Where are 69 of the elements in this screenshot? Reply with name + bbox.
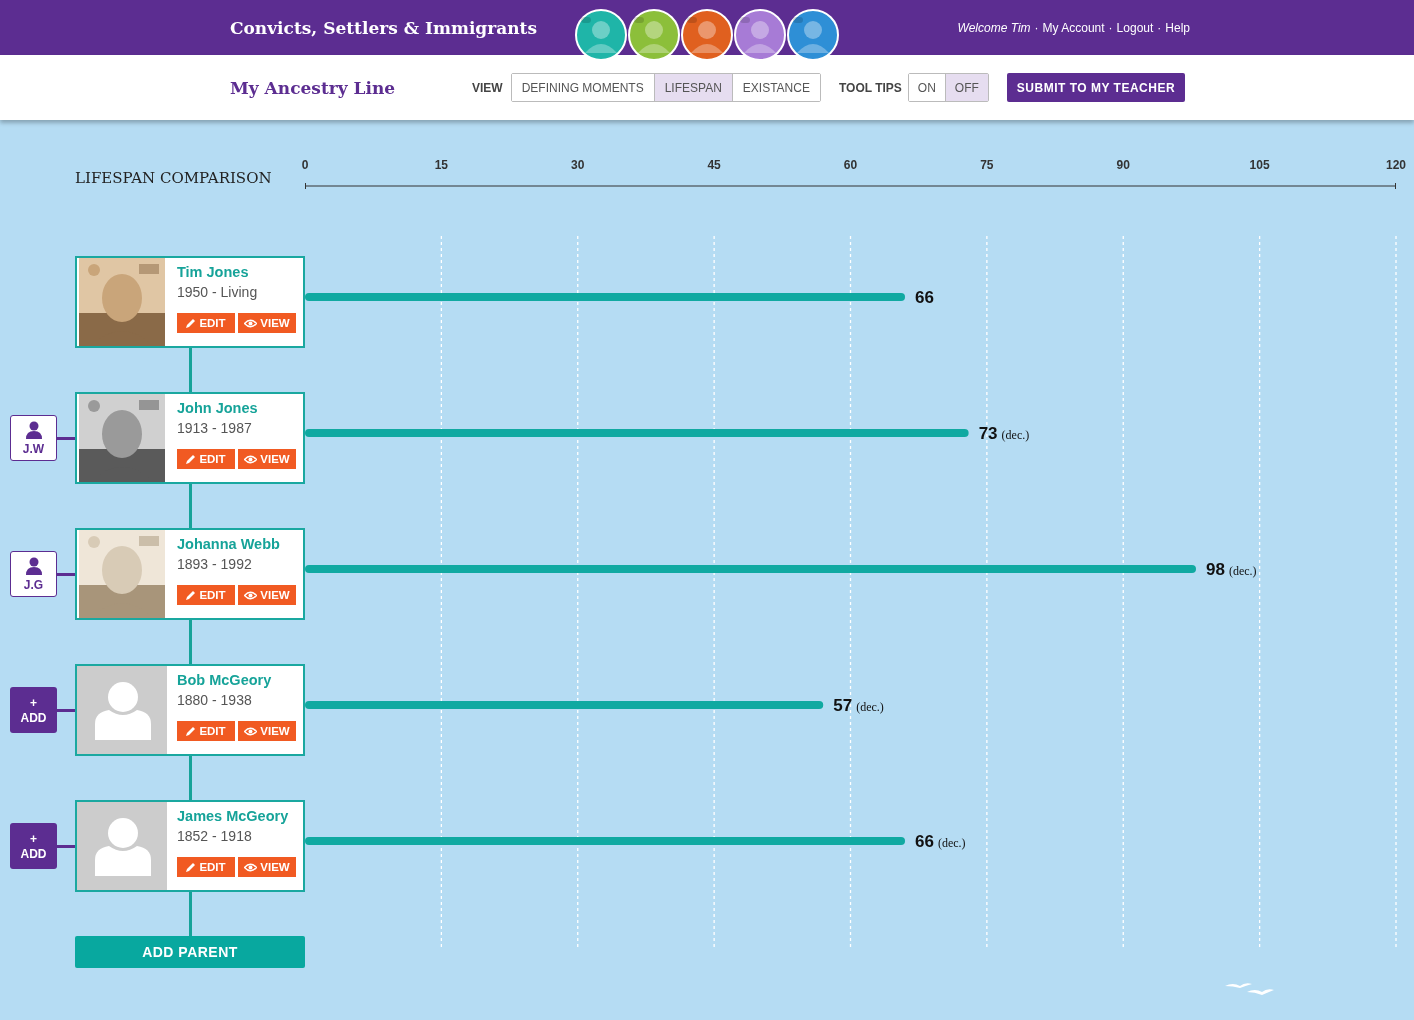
person-dates: 1893 - 1992 [177,556,253,572]
person-placeholder-icon [95,680,151,740]
add-button[interactable]: + ADD [10,687,57,733]
edit-button[interactable]: EDIT [177,585,235,605]
edit-button[interactable]: EDIT [177,857,235,877]
age-label: 73 (dec.) [978,424,1030,443]
header-link[interactable]: My Account [1042,20,1105,35]
view-label: VIEW [472,80,503,95]
view-button[interactable]: VIEW [238,313,296,333]
tick-label: 60 [843,158,858,172]
eye-icon [244,862,258,872]
submit-button[interactable]: SUBMIT TO MY TEACHER [1006,73,1186,102]
view-button[interactable]: VIEW [238,857,296,877]
tick-label: 15 [434,158,449,172]
age-label: 98 (dec.) [1206,560,1257,579]
eye-icon [244,454,258,464]
view-tab[interactable]: EXISTANCE [731,74,820,101]
tick-label: 120 [1386,158,1406,172]
view-button[interactable]: VIEW [238,721,296,741]
separator: · [1157,20,1162,35]
view-button[interactable]: VIEW [238,585,296,605]
header-link[interactable]: Help [1165,20,1190,35]
site-title: Convicts, Settlers & Immigrants [230,17,538,38]
add-parent-button[interactable]: ADD PARENT [75,936,305,968]
person-placeholder-icon [95,816,151,876]
tick-label: 45 [707,158,721,172]
edit-button[interactable]: EDIT [177,721,235,741]
edit-button[interactable]: EDIT [177,313,235,333]
person-name: Bob McGeory [177,672,273,688]
pencil-icon [186,590,197,600]
pencil-icon [186,318,197,328]
header-link[interactable]: Logout [1116,20,1154,35]
person-name: James McGeory [177,808,290,824]
person-dates: 1852 - 1918 [177,828,253,844]
birds-drawing [1225,983,1274,995]
tooltips-label: TOOL TIPS [838,80,902,95]
tick-label: 90 [1116,158,1130,172]
eye-icon [244,726,258,736]
add-button[interactable]: + ADD [10,823,57,869]
tick-label: 0 [301,158,309,172]
pencil-icon [186,862,197,872]
welcome-text: Welcome Tim [957,20,1031,35]
tick-label: 75 [980,158,994,172]
eye-icon [244,318,258,328]
person-icon [24,420,43,439]
person-dates: 1950 - Living [177,284,259,300]
edit-button[interactable]: EDIT [177,449,235,469]
person-dates: 1880 - 1938 [177,692,253,708]
tick-label: 30 [571,158,585,172]
relative-button[interactable]: J.W [10,415,57,461]
person-name: Tim Jones [177,264,250,280]
person-name: Johanna Webb [177,536,281,552]
separator: · [1034,20,1039,35]
person-dates: 1913 - 1987 [177,420,253,436]
tick-label: 105 [1249,158,1270,172]
age-label: 66 [915,288,934,307]
view-tab[interactable]: LIFESPAN [653,74,732,101]
page-title: My Ancestry Line [230,77,397,98]
pencil-icon [186,454,197,464]
view-button[interactable]: VIEW [238,449,296,469]
eye-icon [244,590,258,600]
separator: · [1108,20,1113,35]
relative-button[interactable]: J.G [10,551,57,597]
age-label: 66 (dec.) [915,832,966,851]
person-name: John Jones [177,400,259,416]
age-label: 57 (dec.) [833,696,884,715]
person-icon [24,556,43,575]
tooltip-toggle[interactable]: OFF [944,74,988,101]
pencil-icon [186,726,197,736]
